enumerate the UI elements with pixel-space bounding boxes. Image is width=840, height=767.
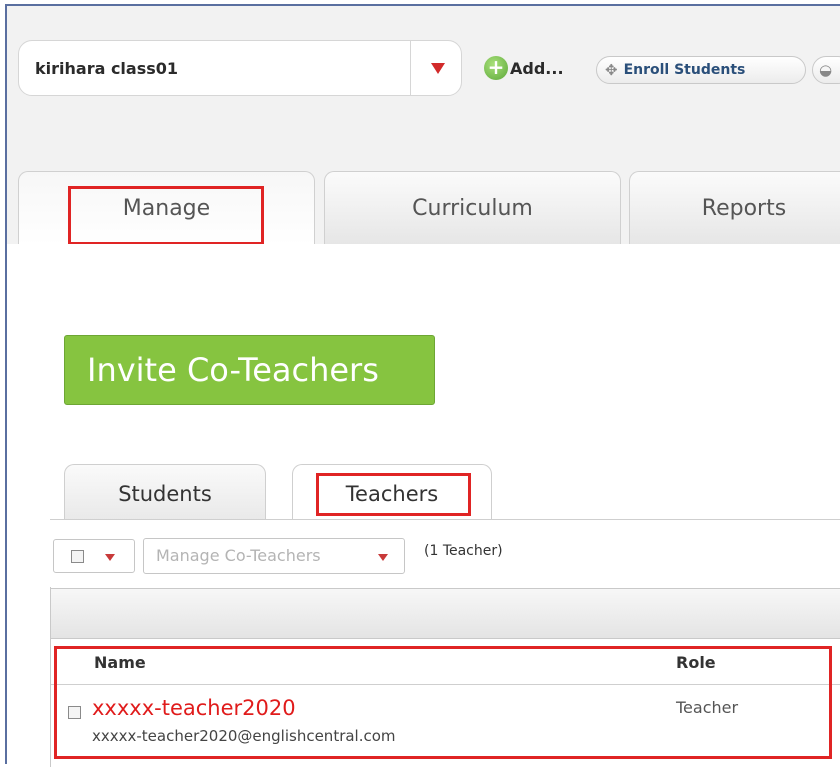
tab-reports-label: Reports [701,196,787,221]
add-label: Add... [510,58,564,78]
add-plus-icon: + [484,56,508,80]
class-selector[interactable]: kirihara class01 [18,40,462,96]
tab-students-label: Students [118,482,212,506]
select-all-dropdown[interactable] [53,539,135,573]
enroll-label: Enroll Students [623,62,746,78]
highlight-teachers-tab [316,473,471,516]
dropdown-caret-icon[interactable] [431,63,445,74]
checkbox-icon[interactable] [71,550,84,563]
tab-curriculum[interactable]: Curriculum [324,171,621,245]
chevron-down-icon [378,554,388,561]
table-header-bar [51,588,840,639]
tab-reports[interactable]: Reports [629,171,840,245]
graduation-cap-icon: ◒ [819,61,833,79]
invite-co-teachers-button[interactable]: Invite Co-Teachers [64,335,435,405]
highlight-manage-tab [68,186,264,245]
highlight-teacher-row [54,646,832,759]
manage-co-teachers-dropdown[interactable]: Manage Co-Teachers [143,538,405,574]
manage-co-teachers-label: Manage Co-Teachers [156,546,321,565]
teacher-count: (1 Teacher) [424,543,503,559]
enroll-students-button[interactable]: ✥ Enroll Students [596,56,806,84]
tab-students[interactable]: Students [64,464,266,520]
chevron-down-icon [105,554,115,561]
add-button[interactable]: + Add... [484,54,564,82]
tab-curriculum-label: Curriculum [412,196,533,221]
class-name: kirihara class01 [35,59,179,78]
selector-divider [410,41,411,95]
graduation-button[interactable]: ◒ [812,56,840,84]
enroll-move-icon: ✥ [605,61,618,79]
subtab-divider [50,519,840,520]
